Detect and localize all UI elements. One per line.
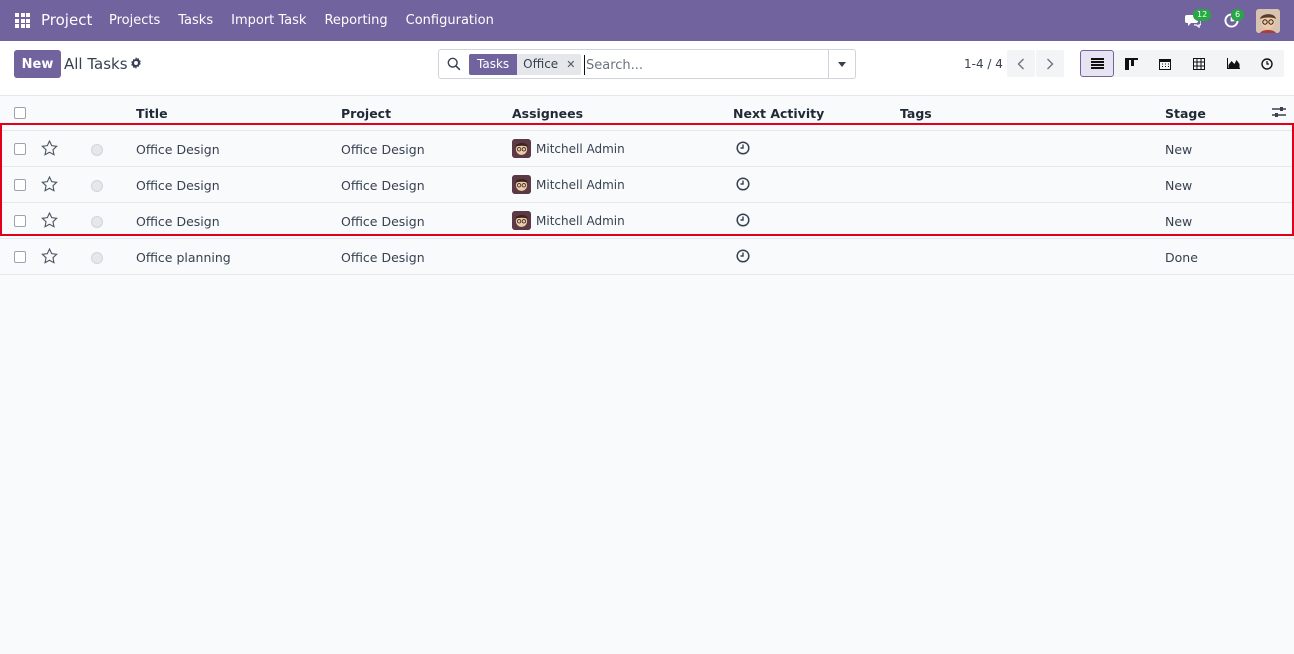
table-row[interactable]: Office Design Office Design Mitchell Adm… xyxy=(0,131,1294,167)
task-project: Office Design xyxy=(341,214,425,229)
activity-clock-icon[interactable] xyxy=(736,141,750,155)
new-button[interactable]: New xyxy=(14,50,61,78)
task-stage: Done xyxy=(1165,250,1198,265)
optional-columns-icon[interactable] xyxy=(1272,106,1286,118)
user-avatar[interactable] xyxy=(1256,8,1280,33)
column-assignees[interactable]: Assignees xyxy=(512,106,583,121)
chevron-left-icon xyxy=(1017,58,1024,69)
facet-label: Tasks xyxy=(469,54,518,75)
activities-button[interactable]: 6 xyxy=(1212,0,1250,41)
status-dot[interactable] xyxy=(91,144,103,156)
pager-buttons xyxy=(1007,50,1064,77)
column-tags[interactable]: Tags xyxy=(900,106,932,121)
table-row[interactable]: Office planning Office Design Done xyxy=(0,239,1294,275)
search-bar: Tasks Office ✕ xyxy=(438,49,856,79)
row-checkbox[interactable] xyxy=(14,179,26,191)
pivot-view-button[interactable] xyxy=(1182,50,1216,77)
pager-value[interactable]: 1-4 / 4 xyxy=(964,57,1003,71)
kanban-view-button[interactable] xyxy=(1114,50,1148,77)
chevron-right-icon xyxy=(1047,58,1054,69)
assignee-name: Mitchell Admin xyxy=(536,141,625,156)
graph-view-icon xyxy=(1226,58,1240,69)
status-dot[interactable] xyxy=(91,180,103,192)
pager-next-button[interactable] xyxy=(1036,50,1064,77)
assignee[interactable]: Mitchell Admin xyxy=(512,139,625,158)
star-icon[interactable] xyxy=(41,212,58,228)
gear-icon[interactable] xyxy=(130,57,142,69)
row-checkbox[interactable] xyxy=(14,215,26,227)
messages-badge: 12 xyxy=(1193,9,1212,21)
activity-clock-icon[interactable] xyxy=(736,177,750,191)
star-icon[interactable] xyxy=(41,140,58,156)
assignee-name: Mitchell Admin xyxy=(536,177,625,192)
clock-icon xyxy=(1261,57,1273,70)
menu-import-task[interactable]: Import Task xyxy=(222,0,315,41)
select-all-checkbox[interactable] xyxy=(14,107,26,119)
avatar xyxy=(512,211,531,230)
task-project: Office Design xyxy=(341,142,425,157)
task-project: Office Design xyxy=(341,178,425,193)
pager-previous-button[interactable] xyxy=(1007,50,1035,77)
pivot-view-icon xyxy=(1193,57,1205,70)
task-stage: New xyxy=(1165,178,1193,193)
column-next-activity[interactable]: Next Activity xyxy=(733,106,824,121)
row-checkbox[interactable] xyxy=(14,251,26,263)
table-row[interactable]: Office Design Office Design Mitchell Adm… xyxy=(0,167,1294,203)
activity-clock-icon[interactable] xyxy=(736,213,750,227)
assignee[interactable]: Mitchell Admin xyxy=(512,211,625,230)
row-checkbox[interactable] xyxy=(14,143,26,155)
table-row[interactable]: Office Design Office Design Mitchell Adm… xyxy=(0,203,1294,239)
caret-down-icon xyxy=(838,61,846,67)
list-view-button[interactable] xyxy=(1080,50,1114,77)
facet-value-wrap: Office ✕ xyxy=(517,54,582,75)
app-brand[interactable]: Project xyxy=(41,11,92,29)
task-stage: New xyxy=(1165,142,1193,157)
calendar-view-icon xyxy=(1159,58,1171,70)
status-dot[interactable] xyxy=(91,252,103,264)
list-view-icon xyxy=(1090,58,1104,69)
main-menu: Projects Tasks Import Task Reporting Con… xyxy=(100,0,503,41)
top-navbar: Project Projects Tasks Import Task Repor… xyxy=(0,0,1294,41)
view-switcher xyxy=(1080,50,1284,77)
task-title: Office Design xyxy=(136,142,220,157)
messages-button[interactable]: 12 xyxy=(1174,0,1212,41)
column-stage[interactable]: Stage xyxy=(1165,106,1206,121)
column-project[interactable]: Project xyxy=(341,106,391,121)
search-facet: Tasks Office ✕ xyxy=(469,54,582,75)
menu-reporting[interactable]: Reporting xyxy=(315,0,396,41)
search-input[interactable] xyxy=(584,55,824,75)
column-title[interactable]: Title xyxy=(136,106,168,121)
task-stage: New xyxy=(1165,214,1193,229)
page-title: All Tasks xyxy=(64,55,128,73)
graph-view-button[interactable] xyxy=(1216,50,1250,77)
star-icon[interactable] xyxy=(41,248,58,264)
menu-projects[interactable]: Projects xyxy=(100,0,169,41)
task-title: Office Design xyxy=(136,214,220,229)
kanban-view-icon xyxy=(1124,57,1138,70)
facet-value: Office xyxy=(523,57,559,71)
assignee-name: Mitchell Admin xyxy=(536,213,625,228)
star-icon[interactable] xyxy=(41,176,58,192)
control-panel: New All Tasks Tasks Office ✕ 1-4 / 4 xyxy=(0,41,1294,96)
calendar-view-button[interactable] xyxy=(1148,50,1182,77)
menu-tasks[interactable]: Tasks xyxy=(169,0,222,41)
status-dot[interactable] xyxy=(91,216,103,228)
task-title: Office Design xyxy=(136,178,220,193)
avatar xyxy=(512,175,531,194)
task-project: Office Design xyxy=(341,250,425,265)
facet-remove-icon[interactable]: ✕ xyxy=(566,54,575,75)
list-header: Title Project Assignees Next Activity Ta… xyxy=(0,96,1294,131)
apps-menu-icon[interactable] xyxy=(15,13,30,28)
activity-clock-icon[interactable] xyxy=(736,249,750,263)
activity-view-button[interactable] xyxy=(1250,50,1284,77)
assignee[interactable]: Mitchell Admin xyxy=(512,175,625,194)
avatar xyxy=(512,139,531,158)
search-options-toggle[interactable] xyxy=(828,50,855,78)
task-title: Office planning xyxy=(136,250,231,265)
activities-badge: 6 xyxy=(1231,9,1245,21)
systray: 12 6 xyxy=(1174,0,1280,41)
menu-configuration[interactable]: Configuration xyxy=(397,0,503,41)
search-icon xyxy=(447,57,461,71)
task-list: Title Project Assignees Next Activity Ta… xyxy=(0,96,1294,275)
